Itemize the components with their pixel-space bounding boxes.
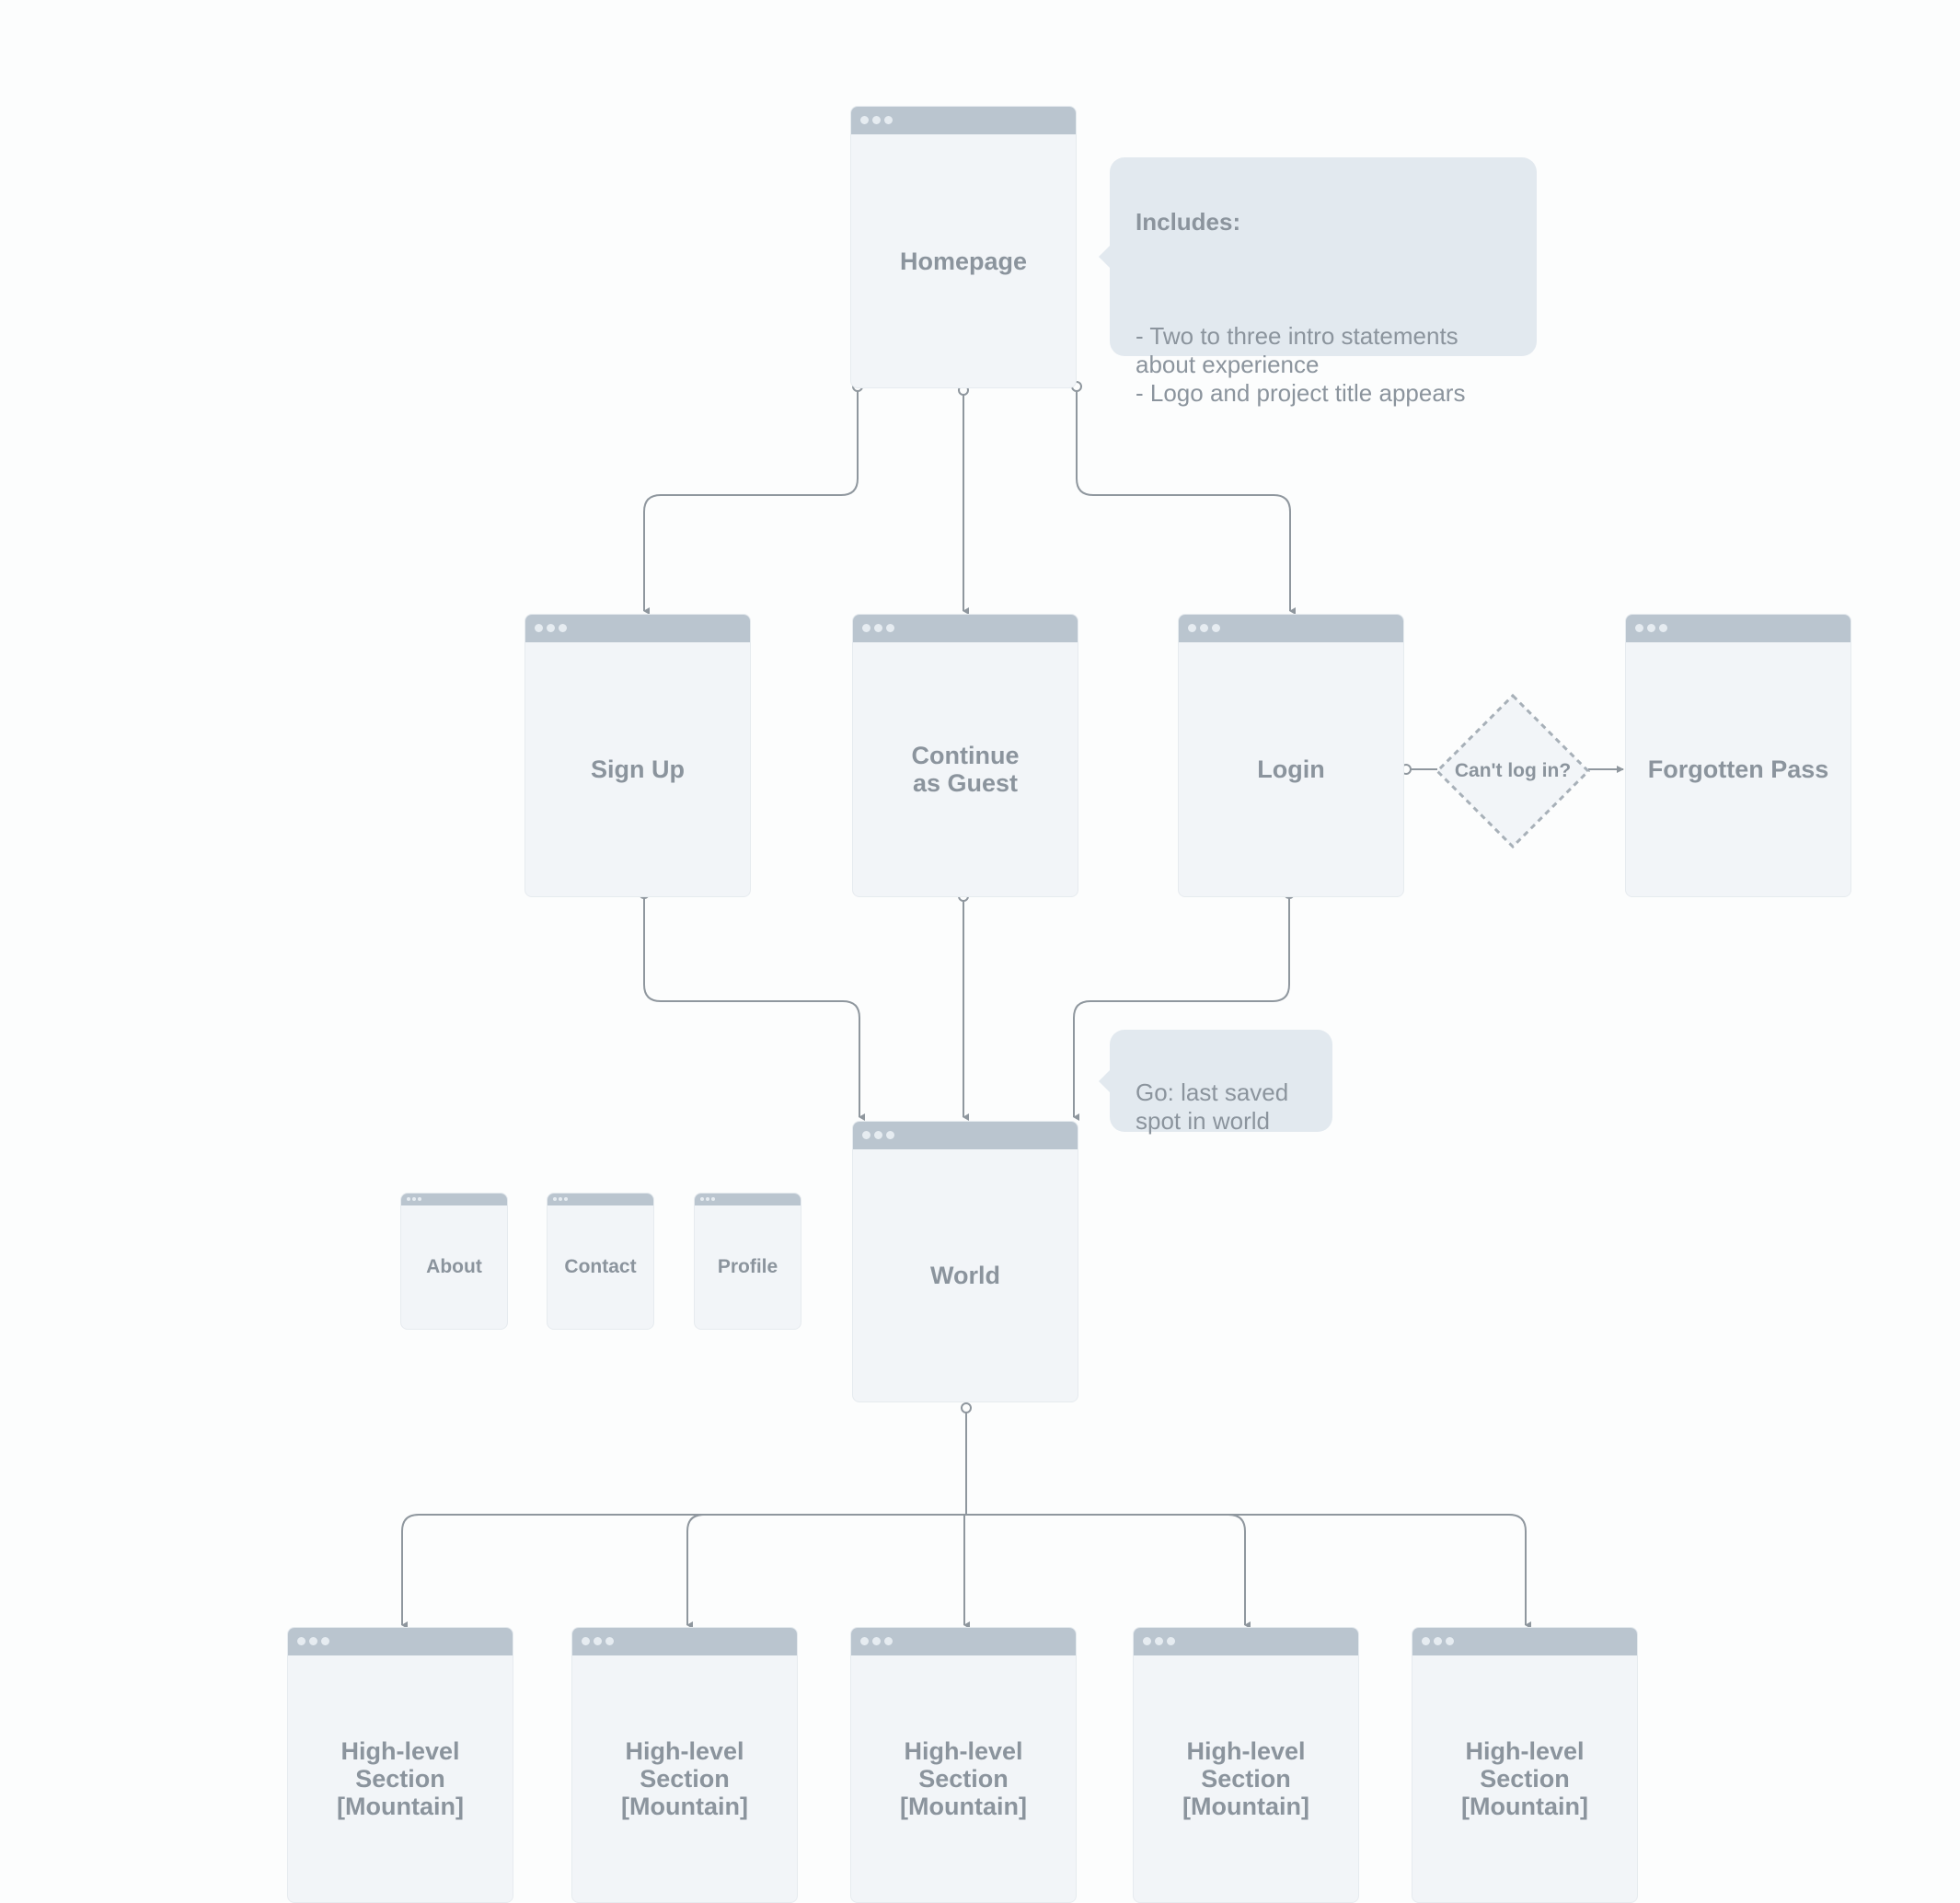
- page-forgotten-pass[interactable]: Forgotten Pass: [1625, 614, 1851, 897]
- page-section-4[interactable]: High-level Section [Mountain]: [1133, 1627, 1359, 1903]
- window-dots-icon: [860, 116, 893, 124]
- window-dots-icon: [553, 1197, 568, 1201]
- note-title: Includes:: [1136, 208, 1241, 236]
- page-login[interactable]: Login: [1178, 614, 1404, 897]
- window-dots-icon: [862, 624, 894, 632]
- page-label: About: [426, 1256, 482, 1277]
- page-about[interactable]: About: [400, 1193, 508, 1330]
- page-label: Homepage: [899, 247, 1028, 275]
- page-section-5[interactable]: High-level Section [Mountain]: [1412, 1627, 1638, 1903]
- page-signup[interactable]: Sign Up: [525, 614, 751, 897]
- page-world[interactable]: World: [852, 1121, 1078, 1402]
- edge-world-section-1: [401, 1514, 420, 1629]
- page-homepage[interactable]: Homepage: [850, 106, 1077, 388]
- page-section-3[interactable]: High-level Section [Mountain]: [850, 1627, 1077, 1903]
- page-label: High-level Section [Mountain]: [1461, 1737, 1588, 1820]
- page-continue-as-guest[interactable]: Continue as Guest: [852, 614, 1078, 897]
- page-label: Continue as Guest: [911, 742, 1020, 797]
- page-label: High-level Section [Mountain]: [1182, 1737, 1309, 1820]
- page-label: High-level Section [Mountain]: [900, 1737, 1027, 1820]
- page-label: World: [930, 1262, 1000, 1289]
- window-dots-icon: [1143, 1637, 1175, 1645]
- port-world-bottom: [961, 1402, 972, 1413]
- window-dots-icon: [582, 1637, 614, 1645]
- window-dots-icon: [407, 1197, 421, 1201]
- page-label: Login: [1257, 755, 1325, 783]
- page-profile[interactable]: Profile: [694, 1193, 801, 1330]
- note-homepage: Includes: - Two to three intro statement…: [1099, 157, 1537, 407]
- window-dots-icon: [1635, 624, 1667, 632]
- page-section-1[interactable]: High-level Section [Mountain]: [287, 1627, 513, 1903]
- page-label: Sign Up: [591, 755, 685, 783]
- window-dots-icon: [535, 624, 567, 632]
- edge-signup-world: [643, 897, 865, 1121]
- page-label: High-level Section [Mountain]: [337, 1737, 464, 1820]
- note-world: Go: last saved spot in world: [1099, 1030, 1332, 1135]
- page-label: High-level Section [Mountain]: [621, 1737, 748, 1820]
- window-dots-icon: [860, 1637, 893, 1645]
- window-dots-icon: [1422, 1637, 1454, 1645]
- page-label: Forgotten Pass: [1647, 755, 1829, 783]
- window-dots-icon: [700, 1197, 715, 1201]
- page-contact[interactable]: Contact: [547, 1193, 654, 1330]
- decision-label: Can't log in?: [1454, 760, 1572, 781]
- page-label: Profile: [717, 1256, 778, 1277]
- note-body: Go: last saved spot in world: [1136, 1078, 1289, 1135]
- page-label: Contact: [564, 1256, 637, 1277]
- window-dots-icon: [1188, 624, 1220, 632]
- edge-world-section-2: [686, 1514, 705, 1629]
- edge-world-section-5: [1508, 1514, 1531, 1629]
- page-section-2[interactable]: High-level Section [Mountain]: [571, 1627, 798, 1903]
- window-dots-icon: [297, 1637, 329, 1645]
- note-body: - Two to three intro statements about ex…: [1136, 322, 1466, 407]
- window-dots-icon: [862, 1131, 894, 1139]
- edge-world-section-4: [1228, 1514, 1251, 1629]
- edge-homepage-signup: [643, 390, 859, 615]
